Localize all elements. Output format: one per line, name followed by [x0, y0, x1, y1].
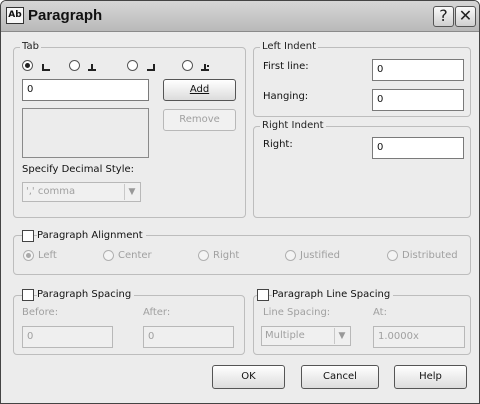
app-icon: Ab — [6, 7, 24, 24]
right-label: Right: — [263, 139, 293, 150]
after-label: After: — [143, 307, 171, 318]
line-spacing-group-label: Paragraph Line Spacing — [272, 289, 394, 301]
align-center-radio[interactable] — [103, 250, 114, 261]
decimal-style-value: ',' comma — [26, 186, 76, 197]
before-label: Before: — [22, 307, 59, 318]
right-tab-icon — [147, 64, 155, 71]
right-indent-label: Right Indent — [260, 120, 326, 132]
tab-center-radio[interactable] — [69, 60, 80, 71]
tab-right-radio[interactable] — [127, 60, 138, 71]
line-spacing-label: Line Spacing: — [263, 307, 331, 318]
align-right-radio[interactable] — [198, 250, 209, 261]
remove-button[interactable]: Remove — [163, 109, 236, 131]
line-spacing-value: Multiple — [265, 330, 305, 341]
align-distributed-radio[interactable] — [387, 250, 398, 261]
first-line-input[interactable]: 0 — [372, 59, 464, 81]
decimal-style-select[interactable]: ',' comma ▼ — [22, 182, 141, 202]
at-label: At: — [373, 307, 387, 318]
close-button[interactable]: ✕ — [455, 6, 476, 27]
line-spacing-checkbox[interactable] — [257, 289, 269, 301]
first-line-label: First line: — [263, 61, 309, 72]
decimal-style-label: Specify Decimal Style: — [22, 164, 135, 175]
align-center-label: Center — [118, 250, 152, 261]
title-bar[interactable]: Ab Paragraph ? ✕ — [1, 1, 479, 32]
decimal-tab-icon — [201, 64, 209, 71]
cancel-button[interactable]: Cancel — [301, 365, 379, 389]
align-left-label: Left — [38, 250, 57, 261]
chevron-down-icon: ▼ — [334, 328, 349, 344]
center-tab-icon — [88, 64, 96, 71]
tab-left-radio[interactable] — [22, 60, 33, 71]
after-input[interactable]: 0 — [143, 326, 234, 348]
left-tab-icon — [42, 64, 50, 71]
chevron-down-icon: ▼ — [124, 184, 139, 200]
hanging-label: Hanging: — [263, 91, 309, 102]
align-right-label: Right — [213, 250, 240, 261]
help-button[interactable]: Help — [394, 365, 467, 389]
right-indent-input[interactable]: 0 — [372, 137, 464, 159]
paragraph-alignment-checkbox[interactable] — [22, 230, 34, 242]
tab-stops-list[interactable] — [22, 108, 149, 158]
line-spacing-select[interactable]: Multiple ▼ — [261, 326, 351, 346]
at-input[interactable]: 1.0000x — [373, 326, 465, 348]
ok-button[interactable]: OK — [212, 365, 285, 389]
align-distributed-label: Distributed — [402, 250, 458, 261]
hanging-input[interactable]: 0 — [372, 89, 464, 111]
tab-stop-input[interactable]: 0 — [22, 79, 149, 101]
add-button-label: Add — [189, 84, 210, 95]
dialog-title: Paragraph — [28, 7, 103, 24]
paragraph-spacing-checkbox[interactable] — [22, 289, 34, 301]
paragraph-dialog: Ab Paragraph ? ✕ Tab 0 Add Remove Specif… — [0, 0, 480, 404]
tab-group-label: Tab — [20, 41, 41, 53]
paragraph-spacing-label: Paragraph Spacing — [37, 289, 135, 301]
before-input[interactable]: 0 — [22, 326, 113, 348]
add-button[interactable]: Add — [163, 79, 236, 101]
paragraph-alignment-label: Paragraph Alignment — [37, 230, 146, 242]
align-left-radio[interactable] — [23, 250, 34, 261]
help-title-button[interactable]: ? — [433, 6, 454, 27]
align-justified-label: Justified — [300, 250, 340, 261]
tab-decimal-radio[interactable] — [182, 60, 193, 71]
align-justified-radio[interactable] — [285, 250, 296, 261]
left-indent-label: Left Indent — [260, 41, 319, 53]
